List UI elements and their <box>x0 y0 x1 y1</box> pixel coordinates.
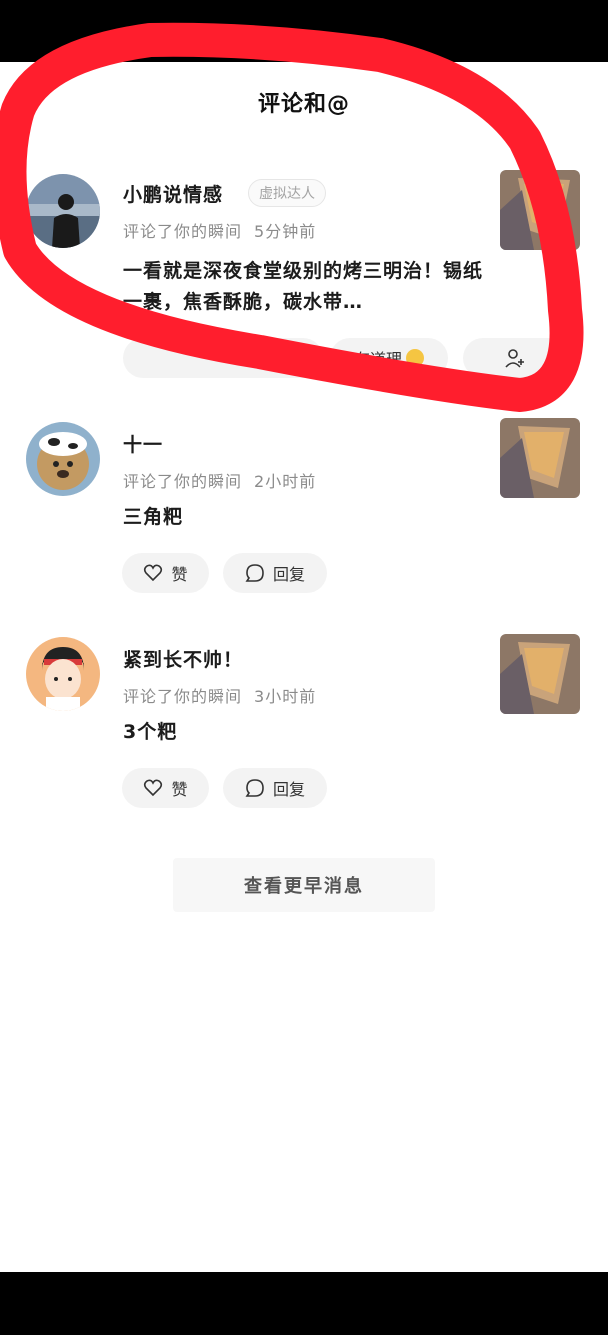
chat-bubble-icon <box>245 779 264 797</box>
reply-button[interactable]: 回复 <box>223 768 327 808</box>
comment-meta: 评论了你的瞬间 2小时前 <box>123 468 316 492</box>
heart-icon <box>144 779 163 797</box>
page-title: 评论和@ <box>257 92 350 117</box>
status-bar <box>0 0 608 62</box>
emoji-icon <box>406 349 424 367</box>
comment-action: 评论了你的瞬间 <box>123 687 243 706</box>
reply-label: 回复 <box>272 565 305 584</box>
username[interactable]: 十一 <box>123 430 163 457</box>
list-item[interactable]: 小鹏说情感 虚拟达人 评论了你的瞬间 5分钟前 一看就是深夜食堂级别的烤三明治！锡… <box>0 160 608 390</box>
username[interactable]: 小鹏说情感 <box>123 180 223 207</box>
like-button[interactable]: 赞 <box>122 768 209 808</box>
comment-content[interactable]: 3个粑 <box>123 717 493 748</box>
comment-meta: 评论了你的瞬间 3小时前 <box>123 683 316 707</box>
chat-bubble-icon <box>245 564 264 582</box>
add-user-icon <box>505 349 524 368</box>
post-thumbnail[interactable] <box>500 634 580 714</box>
avatar[interactable] <box>26 637 100 711</box>
comment-time: 5分钟前 <box>254 222 317 241</box>
page-header: 评论和@ <box>0 62 608 142</box>
comment-content[interactable]: 一看就是深夜食堂级别的烤三明治！锡纸一裹，焦香酥脆，碳水带… <box>123 256 493 318</box>
follow-button[interactable] <box>463 338 575 378</box>
comment-time: 2小时前 <box>254 472 317 491</box>
partial-button-label: 友 <box>289 350 306 369</box>
comment-content[interactable]: 三角粑 <box>123 502 493 533</box>
navigation-bar <box>0 1272 608 1335</box>
reply-button[interactable]: 回复 <box>223 553 327 593</box>
comment-time: 3小时前 <box>254 687 317 706</box>
username[interactable]: 紧到长不帅！ <box>123 645 243 672</box>
comment-action: 评论了你的瞬间 <box>123 472 243 491</box>
reaction-label: 有道理 <box>353 350 402 369</box>
post-thumbnail[interactable] <box>500 170 580 250</box>
comment-meta: 评论了你的瞬间 5分钟前 <box>123 218 316 242</box>
reply-label: 回复 <box>272 780 305 799</box>
user-tag-badge: 虚拟达人 <box>248 179 326 207</box>
like-button[interactable]: 赞 <box>122 553 209 593</box>
heart-icon <box>144 564 163 582</box>
reaction-button[interactable]: 有道理 <box>330 338 448 378</box>
like-label: 赞 <box>171 565 188 584</box>
partial-action-button[interactable]: 友 <box>123 338 323 378</box>
post-thumbnail[interactable] <box>500 418 580 498</box>
comment-action: 评论了你的瞬间 <box>123 222 243 241</box>
avatar[interactable] <box>26 422 100 496</box>
list-item[interactable]: 十一 评论了你的瞬间 2小时前 三角粑 赞 回复 <box>0 410 608 610</box>
view-earlier-messages-button[interactable]: 查看更早消息 <box>173 858 435 912</box>
avatar[interactable] <box>26 174 100 248</box>
list-item[interactable]: 紧到长不帅！ 评论了你的瞬间 3小时前 3个粑 赞 回复 <box>0 625 608 825</box>
like-label: 赞 <box>171 780 188 799</box>
